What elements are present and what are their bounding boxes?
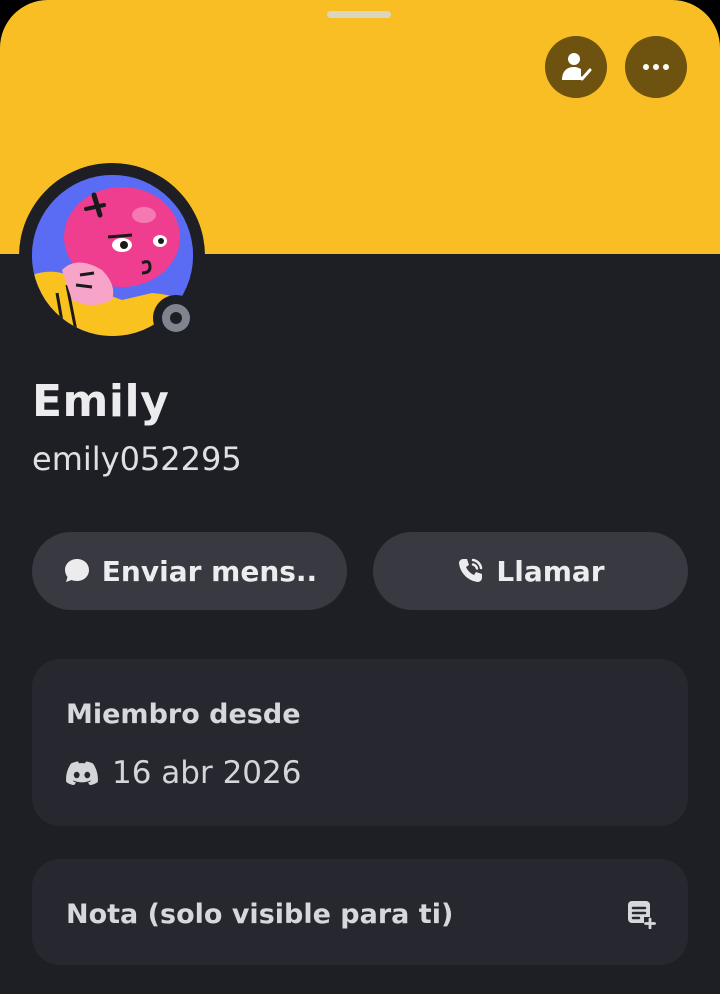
drag-handle[interactable] — [327, 11, 391, 18]
note-add-icon[interactable] — [626, 899, 656, 929]
member-since-row: 16 abr 2026 — [66, 755, 301, 791]
member-since-card: Miembro desde 16 abr 2026 — [32, 659, 688, 826]
display-name: Emily — [32, 376, 170, 427]
member-since-date: 16 abr 2026 — [112, 755, 302, 791]
send-message-button[interactable]: Enviar mens.. — [32, 532, 347, 610]
note-card[interactable]: Nota (solo visible para ti) — [32, 859, 688, 965]
more-options-button[interactable] — [625, 36, 687, 98]
offline-status-icon — [162, 304, 190, 332]
status-indicator — [153, 295, 199, 341]
member-since-title: Miembro desde — [66, 699, 301, 730]
call-label: Llamar — [496, 554, 605, 588]
profile-sheet: Emily emily052295 Enviar mens.. Llamar M… — [0, 0, 720, 994]
phone-call-icon — [459, 558, 483, 582]
send-message-label: Enviar mens.. — [101, 554, 318, 588]
more-horizontal-icon — [643, 64, 669, 70]
person-check-icon — [562, 53, 592, 81]
note-label: Nota (solo visible para ti) — [66, 899, 454, 930]
friend-status-button[interactable] — [545, 36, 607, 98]
call-button[interactable]: Llamar — [373, 532, 688, 610]
chat-bubble-icon — [64, 559, 89, 582]
username: emily052295 — [32, 440, 242, 478]
discord-logo-icon — [66, 761, 98, 785]
